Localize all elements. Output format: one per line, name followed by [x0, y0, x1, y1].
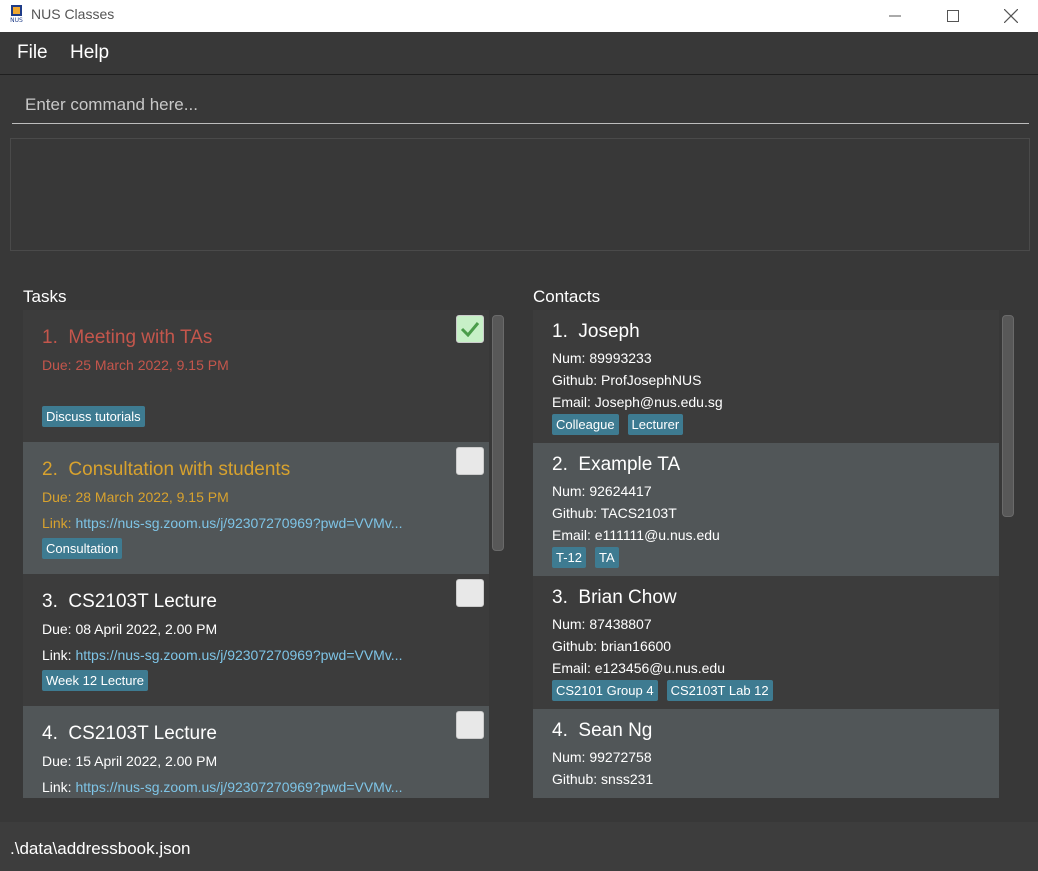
- contact-tags: Colleague Lecturer: [552, 414, 684, 435]
- task-link-url[interactable]: https://nus-sg.zoom.us/j/92307270969?pwd…: [75, 515, 402, 531]
- menu-bar: File Help: [0, 32, 1038, 75]
- task-scrollbar[interactable]: [491, 315, 505, 798]
- contact-num: Num: 89993233: [552, 350, 652, 366]
- contact-scrollbar[interactable]: [1001, 315, 1015, 798]
- minimize-icon: [889, 15, 901, 17]
- contact-name: 3. Brian Chow: [552, 587, 677, 608]
- task-tags: Discuss tutorials: [42, 406, 145, 427]
- done-checkbox[interactable]: [456, 315, 484, 343]
- tag: Consultation: [42, 538, 123, 559]
- contact-card[interactable]: 2. Example TA Num: 92624417 Github: TACS…: [533, 443, 999, 576]
- menu-help[interactable]: Help: [70, 42, 109, 64]
- tag: CS2101 Group 4: [552, 680, 658, 701]
- contact-email: Email: e123456@u.nus.edu: [552, 660, 725, 676]
- maximize-icon: [947, 10, 959, 22]
- result-display: [10, 138, 1030, 251]
- minimize-button[interactable]: [866, 0, 924, 32]
- scrollbar-thumb[interactable]: [1002, 315, 1014, 517]
- nus-logo-icon: NUS: [10, 5, 23, 24]
- tag: T-12: [552, 547, 587, 568]
- tag: Discuss tutorials: [42, 406, 145, 427]
- task-due: Due: 15 April 2022, 2.00 PM: [42, 753, 218, 769]
- save-location: .\data\addressbook.json: [10, 839, 191, 858]
- contact-name: 1. Joseph: [552, 321, 640, 342]
- maximize-button[interactable]: [924, 0, 982, 32]
- contact-tags: T-12 TA: [552, 547, 619, 568]
- contact-num: Num: 87438807: [552, 616, 652, 632]
- task-title: 2. Consultation with students: [42, 459, 291, 480]
- command-box: [12, 86, 1029, 124]
- task-title: 4. CS2103T Lecture: [42, 723, 217, 744]
- tag: TA: [595, 547, 619, 568]
- task-card[interactable]: 3. CS2103T Lecture Due: 08 April 2022, 2…: [23, 574, 489, 706]
- contact-name: 4. Sean Ng: [552, 720, 653, 741]
- title-bar: NUS NUS Classes: [0, 0, 1038, 32]
- tag: Lecturer: [627, 414, 684, 435]
- task-tags: Week 12 Lecture: [42, 670, 149, 691]
- task-card[interactable]: 4. CS2103T Lecture Due: 15 April 2022, 2…: [23, 706, 489, 798]
- contact-card[interactable]: 1. Joseph Num: 89993233 Github: ProfJose…: [533, 310, 999, 443]
- task-card[interactable]: 2. Consultation with students Due: 28 Ma…: [23, 442, 489, 574]
- contact-github: Github: TACS2103T: [552, 505, 677, 521]
- task-link: Link: https://nus-sg.zoom.us/j/923072709…: [42, 647, 403, 663]
- task-card[interactable]: 1. Meeting with TAs Due: 25 March 2022, …: [23, 310, 489, 442]
- contact-num: Num: 92624417: [552, 483, 652, 499]
- task-due: Due: 08 April 2022, 2.00 PM: [42, 621, 218, 637]
- close-button[interactable]: [982, 0, 1038, 32]
- tag: CS2103T Lab 12: [666, 680, 773, 701]
- contact-tags: CS2101 Group 4 CS2103T Lab 12: [552, 680, 773, 701]
- contact-email: Email: Joseph@nus.edu.sg: [552, 394, 723, 410]
- contact-github: Github: snss231: [552, 771, 654, 787]
- close-icon: [1004, 9, 1018, 23]
- contact-card[interactable]: 3. Brian Chow Num: 87438807 Github: bria…: [533, 576, 999, 709]
- tag: Colleague: [552, 414, 619, 435]
- scrollbar-thumb[interactable]: [492, 315, 504, 551]
- contact-card[interactable]: 4. Sean Ng Num: 99272758 Github: snss231: [533, 709, 999, 798]
- command-input[interactable]: [12, 86, 1029, 123]
- task-link-url[interactable]: https://nus-sg.zoom.us/j/92307270969?pwd…: [75, 647, 402, 663]
- status-bar: .\data\addressbook.json: [0, 822, 1038, 871]
- checkmark-icon: [460, 322, 480, 337]
- tag: Week 12 Lecture: [42, 670, 149, 691]
- task-list: 1. Meeting with TAs Due: 25 March 2022, …: [23, 310, 489, 798]
- contact-email: Email: e111111@u.nus.edu: [552, 527, 720, 543]
- contact-github: Github: ProfJosephNUS: [552, 372, 702, 388]
- task-link-url[interactable]: https://nus-sg.zoom.us/j/92307270969?pwd…: [75, 779, 402, 795]
- contact-num: Num: 99272758: [552, 749, 652, 765]
- task-tags: Consultation: [42, 538, 123, 559]
- done-checkbox[interactable]: [456, 447, 484, 475]
- task-title: 3. CS2103T Lecture: [42, 591, 217, 612]
- done-checkbox[interactable]: [456, 579, 484, 607]
- done-checkbox[interactable]: [456, 711, 484, 739]
- menu-file[interactable]: File: [17, 42, 48, 64]
- contact-github: Github: brian16600: [552, 638, 672, 654]
- task-due: Due: 25 March 2022, 9.15 PM: [42, 357, 229, 373]
- svg-text:NUS: NUS: [10, 17, 23, 24]
- contacts-title: Contacts: [533, 287, 601, 306]
- tasks-title: Tasks: [23, 287, 67, 306]
- task-link: Link: https://nus-sg.zoom.us/j/923072709…: [42, 779, 403, 795]
- contact-name: 2. Example TA: [552, 454, 681, 475]
- task-title: 1. Meeting with TAs: [42, 327, 213, 348]
- task-link: Link: https://nus-sg.zoom.us/j/923072709…: [42, 515, 403, 531]
- window-title: NUS Classes: [31, 6, 115, 22]
- contact-list: 1. Joseph Num: 89993233 Github: ProfJose…: [533, 310, 999, 798]
- task-due: Due: 28 March 2022, 9.15 PM: [42, 489, 229, 505]
